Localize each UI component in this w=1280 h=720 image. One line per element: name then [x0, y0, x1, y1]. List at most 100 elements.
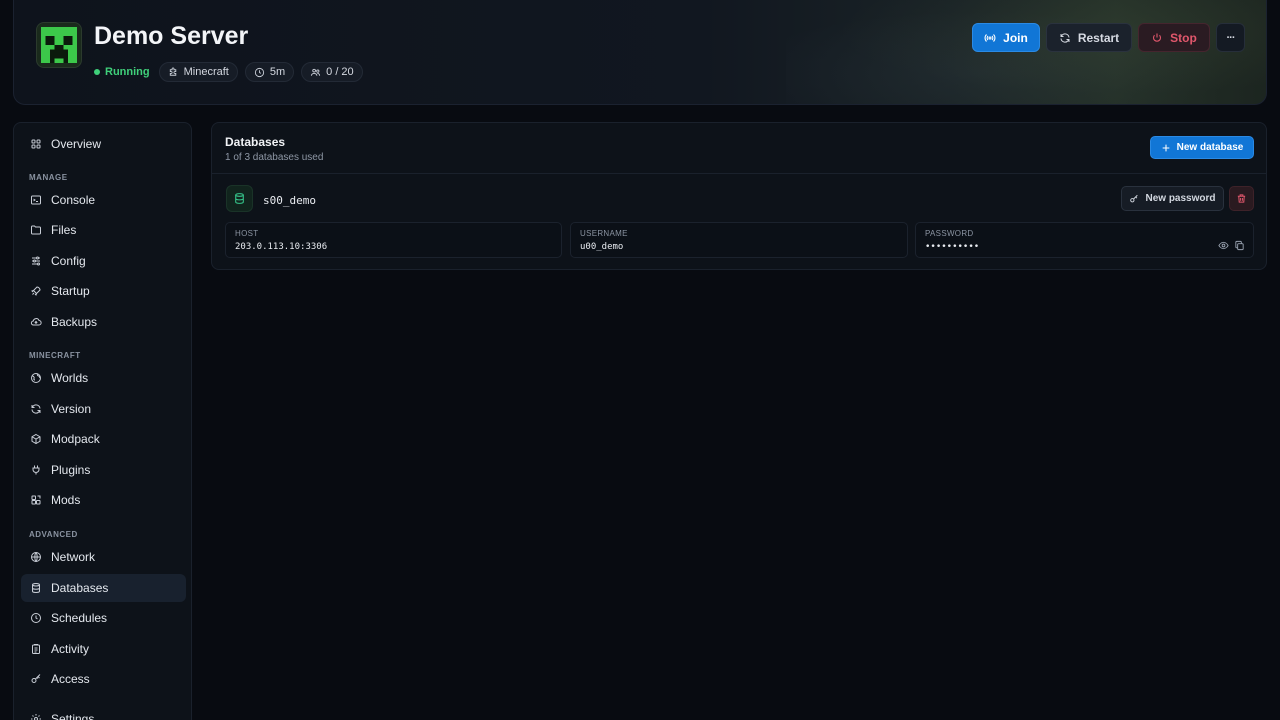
sidebar-item-version[interactable]: Version: [21, 395, 186, 423]
section-label-advanced: ADVANCED: [29, 530, 78, 539]
sidebar-item-label: Activity: [51, 642, 90, 656]
panel-subtitle: 1 of 3 databases used: [225, 152, 324, 163]
sidebar-item-label: Mods: [51, 493, 81, 507]
server-title: Demo Server: [94, 22, 249, 50]
host-value: 203.0.113.10:3306: [235, 242, 328, 252]
sidebar-item-label: Console: [51, 193, 96, 207]
power-icon: [1153, 33, 1162, 42]
players-chip: 0 / 20: [301, 62, 363, 82]
sidebar-item-modpack[interactable]: Modpack: [21, 425, 186, 453]
puzzle-icon: [169, 66, 176, 76]
package-icon: [31, 433, 41, 445]
terminal-icon: [31, 195, 41, 205]
sidebar-item-files[interactable]: Files: [21, 216, 186, 244]
panel-title: Databases: [225, 135, 286, 149]
clock-icon: [254, 67, 264, 77]
server-meta: Running Minecraft 5m 0 / 20: [94, 62, 363, 82]
sidebar-item-settings[interactable]: Settings: [21, 705, 186, 720]
username-label: USERNAME: [580, 229, 628, 238]
clipboard-list-icon: [32, 644, 40, 654]
globe-icon: [31, 552, 41, 562]
globe-icon: [31, 373, 41, 383]
more-icon: ···: [1226, 31, 1236, 44]
sidebar-item-backups[interactable]: Backups: [21, 308, 186, 336]
rocket-icon: [31, 286, 41, 296]
status-badge: Running: [94, 66, 150, 78]
new-password-button[interactable]: New password: [1121, 186, 1224, 211]
sidebar-item-mods[interactable]: Mods: [21, 486, 186, 514]
refresh-icon: [31, 404, 41, 414]
refresh-icon: [1060, 32, 1070, 43]
sliders-icon: [32, 256, 40, 266]
sidebar-item-label: Startup: [51, 284, 90, 298]
plus-icon: [1162, 144, 1169, 151]
blocks-icon: [31, 495, 41, 505]
status-dot-icon: [94, 69, 100, 75]
server-avatar-icon: [36, 22, 82, 68]
sidebar-item-label: Access: [51, 672, 90, 686]
stop-button[interactable]: Stop: [1138, 23, 1210, 52]
copy-icon[interactable]: [1234, 240, 1245, 251]
sidebar-item-config[interactable]: Config: [21, 247, 186, 275]
new-database-button[interactable]: New database: [1150, 136, 1254, 159]
key-icon: [1130, 194, 1139, 202]
game-chip: Minecraft: [158, 62, 238, 82]
join-button[interactable]: Join: [972, 23, 1040, 52]
new-password-label: New password: [1145, 193, 1216, 204]
new-database-label: New database: [1176, 142, 1244, 153]
sidebar-item-activity[interactable]: Activity: [21, 635, 186, 663]
players-label: 0 / 20: [326, 66, 354, 78]
stop-label: Stop: [1170, 30, 1197, 45]
delete-database-button[interactable]: [1229, 186, 1254, 211]
sidebar-item-label: Settings: [51, 712, 95, 720]
sidebar-item-label: Network: [51, 550, 96, 564]
header-background-art: [786, 0, 1266, 104]
username-field[interactable]: USERNAME u00_demo: [570, 222, 908, 258]
sidebar-item-access[interactable]: Access: [21, 665, 186, 693]
password-value: ••••••••••: [925, 242, 980, 252]
status-text: Running: [105, 66, 150, 78]
sidebar-item-label: Worlds: [51, 371, 89, 385]
key-icon: [31, 674, 41, 683]
sidebar-item-worlds[interactable]: Worlds: [21, 364, 186, 392]
sidebar: Overview MANAGE Console Files Config Sta…: [13, 122, 192, 720]
database-name: s00_demo: [263, 194, 316, 207]
databases-panel: Databases 1 of 3 databases used New data…: [211, 122, 1267, 270]
clock-icon: [31, 613, 41, 623]
restart-label: Restart: [1077, 30, 1120, 45]
join-label: Join: [1003, 30, 1028, 45]
sidebar-item-label: Databases: [51, 581, 109, 595]
sidebar-item-label: Files: [51, 223, 77, 237]
host-field[interactable]: HOST 203.0.113.10:3306: [225, 222, 562, 258]
sidebar-item-network[interactable]: Network: [21, 543, 186, 571]
game-label: Minecraft: [183, 66, 229, 78]
sidebar-item-label: Backups: [51, 315, 98, 329]
sidebar-item-label: Plugins: [51, 463, 91, 477]
section-label-minecraft: MINECRAFT: [29, 351, 81, 360]
gear-icon: [31, 714, 41, 720]
more-options-button[interactable]: ···: [1216, 23, 1245, 52]
broadcast-icon: [984, 33, 996, 42]
host-label: HOST: [235, 229, 259, 238]
sidebar-item-schedules[interactable]: Schedules: [21, 604, 186, 632]
plug-icon: [32, 465, 40, 475]
sidebar-item-plugins[interactable]: Plugins: [21, 456, 186, 484]
show-password-icon[interactable]: [1218, 240, 1229, 251]
cloud-upload-icon: [30, 318, 42, 326]
sidebar-item-overview[interactable]: Overview: [21, 130, 186, 158]
restart-button[interactable]: Restart: [1046, 23, 1132, 52]
uptime-label: 5m: [269, 66, 286, 78]
sidebar-item-label: Version: [51, 402, 92, 416]
sidebar-item-databases[interactable]: Databases: [21, 574, 186, 602]
sidebar-item-console[interactable]: Console: [21, 186, 186, 214]
password-actions: [1218, 240, 1245, 251]
grid-icon: [31, 139, 41, 149]
sidebar-item-label: Config: [51, 254, 86, 268]
trash-icon: [1237, 194, 1246, 203]
password-field[interactable]: PASSWORD ••••••••••: [915, 222, 1254, 258]
uptime-chip: 5m: [244, 62, 295, 82]
sidebar-item-startup[interactable]: Startup: [21, 277, 186, 305]
sidebar-item-label: Modpack: [51, 432, 100, 446]
database-icon: [226, 185, 253, 212]
folder-icon: [31, 225, 41, 235]
